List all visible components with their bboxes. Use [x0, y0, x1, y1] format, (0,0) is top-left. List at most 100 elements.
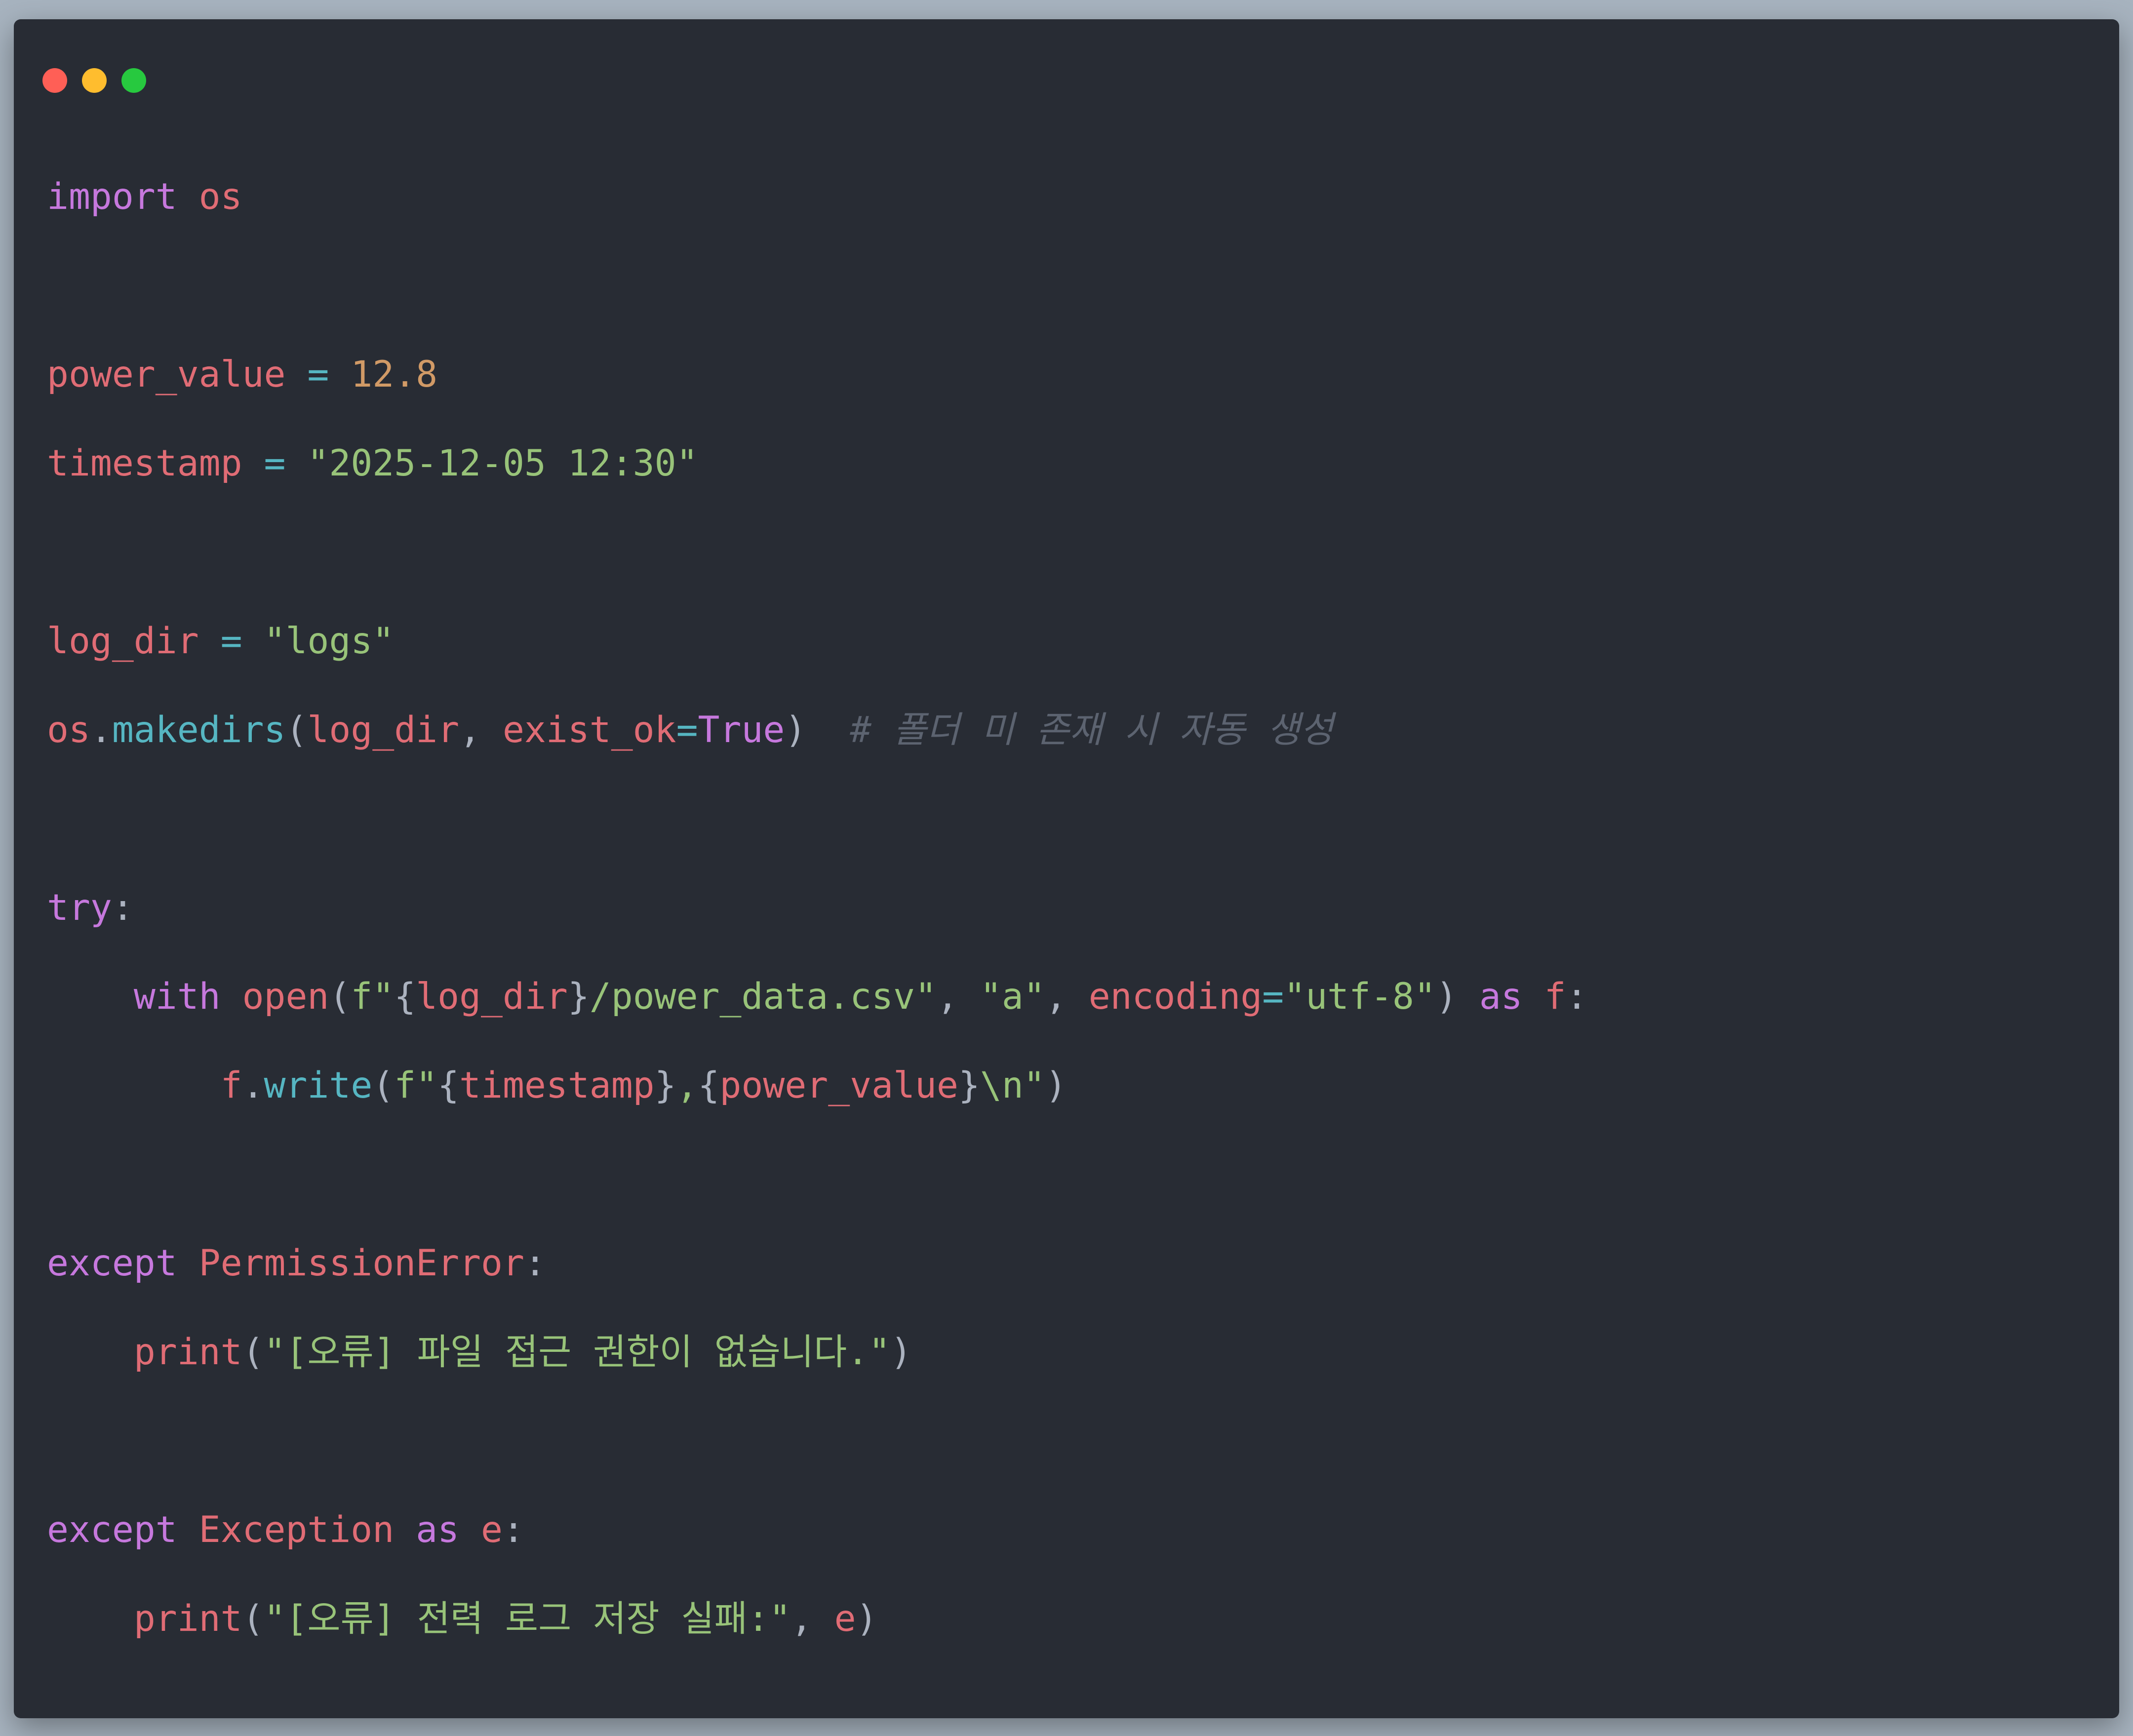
code-token: (: [372, 1065, 395, 1106]
code-line: print("[오류] 파일 접근 권한이 없습니다."): [47, 1308, 1588, 1397]
code-token: e: [834, 1598, 856, 1640]
code-token: as: [416, 1509, 460, 1551]
code-token: log_dir: [307, 709, 460, 751]
code-token: write: [264, 1065, 373, 1106]
code-token: "utf-8": [1284, 976, 1436, 1018]
code-line: with open(f"{log_dir}/power_data.csv", "…: [47, 952, 1588, 1041]
code-token: (: [329, 976, 351, 1018]
code-token: =: [242, 442, 308, 484]
code-token: :: [1566, 976, 1588, 1018]
code-token: ,: [937, 976, 980, 1018]
code-token: print: [133, 1598, 242, 1640]
code-token: =: [198, 620, 264, 662]
code-line: except Exception as e:: [47, 1486, 1588, 1575]
code-token: encoding: [1088, 976, 1263, 1018]
code-token: }: [654, 1065, 676, 1106]
code-token: try: [47, 887, 112, 929]
code-token: \n": [980, 1065, 1045, 1106]
code-token: ,: [1045, 976, 1089, 1018]
minimize-button[interactable]: [82, 68, 107, 93]
code-line: f.write(f"{timestamp},{power_value}\n"): [47, 1041, 1588, 1130]
code-editor: import os power_value = 12.8 timestamp = "…: [47, 153, 1588, 1663]
code-comment: # 폴더 미 존재 시 자동 생성: [850, 709, 1334, 751]
code-token: os: [198, 176, 242, 218]
code-token: "[오류] 전력 로그 저장 실패:": [264, 1598, 791, 1640]
code-token: with: [133, 976, 221, 1018]
code-token: open: [242, 976, 329, 1018]
code-token: makedirs: [112, 709, 286, 751]
code-token: except: [47, 1509, 177, 1551]
code-token: f: [1544, 976, 1566, 1018]
code-token: (: [285, 709, 308, 751]
code-token: ): [856, 1598, 878, 1640]
code-token: =: [1262, 976, 1284, 1018]
code-line: except PermissionError:: [47, 1219, 1588, 1308]
code-token: e: [481, 1509, 503, 1551]
code-line: os.makedirs(log_dir, exist_ok=True) # 폴더…: [47, 686, 1588, 775]
code-token: "[오류] 파일 접근 권한이 없습니다.": [264, 1331, 891, 1373]
code-token: }: [567, 976, 590, 1018]
code-token: os: [47, 709, 90, 751]
code-token: :: [502, 1509, 524, 1551]
code-token: {: [698, 1065, 720, 1106]
code-token: ,: [676, 1065, 698, 1106]
window-titlebar: [14, 19, 2119, 103]
code-token: {: [394, 976, 416, 1018]
code-token: {: [437, 1065, 460, 1106]
code-line: log_dir = "logs": [47, 597, 1588, 686]
code-window: import os power_value = 12.8 timestamp = "…: [14, 19, 2119, 1718]
code-token: 12.8: [351, 354, 438, 395]
code-token: ,: [459, 709, 503, 751]
code-token: as: [1479, 976, 1523, 1018]
code-token: "2025-12-05 12:30": [307, 442, 698, 484]
code-token: except: [47, 1242, 177, 1284]
code-line: try:: [47, 864, 1588, 952]
code-token: True: [698, 709, 785, 751]
close-button[interactable]: [42, 68, 67, 93]
code-token: .: [90, 709, 112, 751]
code-token: :: [112, 887, 134, 929]
code-token: =: [285, 354, 351, 395]
code-token: ): [785, 709, 850, 751]
code-token: }: [958, 1065, 980, 1106]
code-token: log_dir: [416, 976, 568, 1018]
code-token: .: [242, 1065, 264, 1106]
code-token: (: [242, 1598, 264, 1640]
code-token: ): [890, 1331, 912, 1373]
code-line: power_value = 12.8: [47, 330, 1588, 419]
code-token: PermissionError: [198, 1242, 524, 1284]
code-line: print("[오류] 전력 로그 저장 실패:", e): [47, 1575, 1588, 1663]
code-line: import os: [47, 153, 1588, 241]
maximize-button[interactable]: [121, 68, 146, 93]
code-token: "logs": [264, 620, 395, 662]
code-token: print: [133, 1331, 242, 1373]
code-token: timestamp: [459, 1065, 655, 1106]
code-token: power_value: [719, 1065, 958, 1106]
code-token: log_dir: [47, 620, 199, 662]
code-token: (: [242, 1331, 264, 1373]
code-token: "a": [980, 976, 1045, 1018]
code-token: ): [1045, 1065, 1067, 1106]
code-token: ): [1435, 976, 1479, 1018]
code-token: /power_data.csv": [589, 976, 937, 1018]
code-token: Exception: [198, 1509, 395, 1551]
code-token: f: [220, 1065, 242, 1106]
code-token: :: [524, 1242, 546, 1284]
code-token: timestamp: [47, 442, 242, 484]
